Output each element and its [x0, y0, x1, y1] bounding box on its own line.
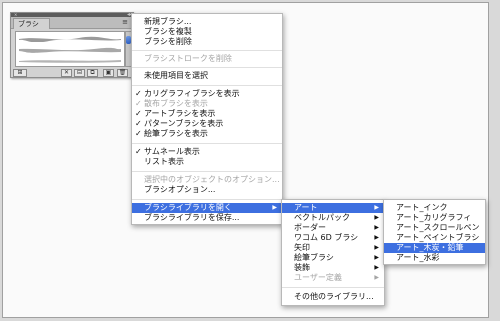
submenu-item-bristle-brush[interactable]: 絵筆ブラシ ▶ [282, 253, 384, 263]
menu-separator [132, 143, 282, 144]
menu-item-open-brush-library[interactable]: ブラシライブラリを開く ▶ [132, 203, 282, 213]
submenu-arrow-icon: ▶ [374, 274, 379, 281]
menu-separator [132, 199, 282, 200]
brush-thumbnail[interactable] [19, 36, 121, 42]
checkmark-icon: ✓ [135, 109, 142, 118]
submenu-arrow-icon: ▶ [374, 224, 379, 231]
submenu-item-art[interactable]: アート ▶ [282, 203, 384, 213]
menu-item-delete-brush[interactable]: ブラシを削除 [132, 37, 282, 47]
submenu-arrow-icon: ▶ [374, 234, 379, 241]
remove-stroke-button[interactable]: ✕ [61, 69, 72, 77]
brush-list [15, 31, 125, 67]
menu-item-save-brush-library[interactable]: ブラシライブラリを保存... [132, 213, 282, 223]
art-item-paintbrush[interactable]: アート_ペイントブラシ [384, 233, 485, 243]
submenu-arrow-icon: ▶ [374, 204, 379, 211]
menu-separator [282, 287, 384, 288]
submenu-item-borders[interactable]: ボーダー ▶ [282, 223, 384, 233]
menu-item-selected-object-options[interactable]: 選択中のオブジェクトのオプション... [132, 175, 282, 185]
art-item-scroll-pen[interactable]: アート_スクロールペン [384, 223, 485, 233]
submenu-arrow-icon: ▶ [272, 204, 277, 211]
checkmark-icon: ✓ [135, 99, 142, 108]
brush-library-submenu: アート ▶ ベクトルパック ▶ ボーダー ▶ ワコム 6D ブラシ ▶ 矢印 ▶ 絵筆ブラ… [281, 199, 385, 306]
menu-item-show-calligraphic[interactable]: ✓ カリグラフィブラシを表示 [132, 89, 282, 99]
menu-item-show-scatter[interactable]: ✓ 散布ブラシを表示 [132, 99, 282, 109]
menu-item-duplicate-brush[interactable]: ブラシを複製 [132, 27, 282, 37]
menu-item-brush-options[interactable]: ブラシオプション... [132, 185, 282, 195]
brush-thumbnail[interactable] [19, 58, 121, 64]
brush-thumbnail[interactable] [19, 47, 121, 53]
submenu-item-arrows[interactable]: 矢印 ▶ [282, 243, 384, 253]
menu-item-show-art[interactable]: ✓ アートブラシを表示 [132, 109, 282, 119]
submenu-arrow-icon: ▶ [374, 254, 379, 261]
art-item-calligraphic[interactable]: アート_カリグラフィ [384, 213, 485, 223]
submenu-item-wacom-6d[interactable]: ワコム 6D ブラシ ▶ [282, 233, 384, 243]
submenu-item-other-library[interactable]: その他のライブラリ... [282, 292, 384, 302]
brush-libraries-menu-button[interactable]: ⊞ [13, 69, 27, 77]
tab-brushes[interactable]: ブラシ [13, 18, 50, 29]
art-brush-submenu: アート_インク アート_カリグラフィ アート_スクロールペン アート_ペイントブ… [383, 199, 486, 265]
submenu-arrow-icon: ▶ [374, 264, 379, 271]
art-item-watercolor[interactable]: アート_水彩 [384, 253, 485, 263]
panel-flyout-menu: 新規ブラシ... ブラシを複製 ブラシを削除 ブラシストロークを削除 未使用項目… [131, 13, 283, 225]
menu-separator [132, 50, 282, 51]
art-item-charcoal-pencil[interactable]: アート_木炭・鉛筆 [384, 243, 485, 253]
submenu-item-user-defined[interactable]: ユーザー定義 ▶ [282, 273, 384, 283]
menu-item-thumbnail-view[interactable]: ✓ サムネール表示 [132, 147, 282, 157]
menu-separator [132, 171, 282, 172]
checkmark-icon: ✓ [135, 147, 142, 156]
art-item-ink[interactable]: アート_インク [384, 203, 485, 213]
new-brush-button[interactable]: ▣ [103, 69, 114, 77]
checkmark-icon: ✓ [135, 119, 142, 128]
checkmark-icon: ✓ [135, 129, 142, 138]
menu-item-show-bristle[interactable]: ✓ 絵筆ブラシを表示 [132, 129, 282, 139]
menu-separator [132, 67, 282, 68]
menu-item-select-unused[interactable]: 未使用項目を選択 [132, 71, 282, 81]
menu-item-remove-brush-stroke[interactable]: ブラシストロークを削除 [132, 54, 282, 64]
submenu-item-vector-packs[interactable]: ベクトルパック ▶ [282, 213, 384, 223]
submenu-item-decorative[interactable]: 装飾 ▶ [282, 263, 384, 273]
submenu-arrow-icon: ▶ [374, 214, 379, 221]
panel-menu-icon[interactable]: ≡ [120, 18, 130, 27]
submenu-arrow-icon: ▶ [374, 244, 379, 251]
delete-brush-button[interactable]: 🗑 [117, 69, 128, 77]
brushes-panel: × ◂◂ ブラシ ≡ ⊞ ✕ ⊟ ⧉ ▣ 🗑 [10, 12, 134, 78]
panel-bottom-toolbar: ⊞ ✕ ⊟ ⧉ ▣ 🗑 [13, 69, 131, 77]
menu-item-show-pattern[interactable]: ✓ パターンブラシを表示 [132, 119, 282, 129]
menu-item-new-brush[interactable]: 新規ブラシ... [132, 17, 282, 27]
panel-tab-bar: ブラシ ≡ [11, 17, 133, 29]
duplicate-button[interactable]: ⧉ [87, 69, 98, 77]
menu-separator [132, 85, 282, 86]
checkmark-icon: ✓ [135, 89, 142, 98]
options-button[interactable]: ⊟ [74, 69, 85, 77]
menu-item-list-view[interactable]: リスト表示 [132, 157, 282, 167]
